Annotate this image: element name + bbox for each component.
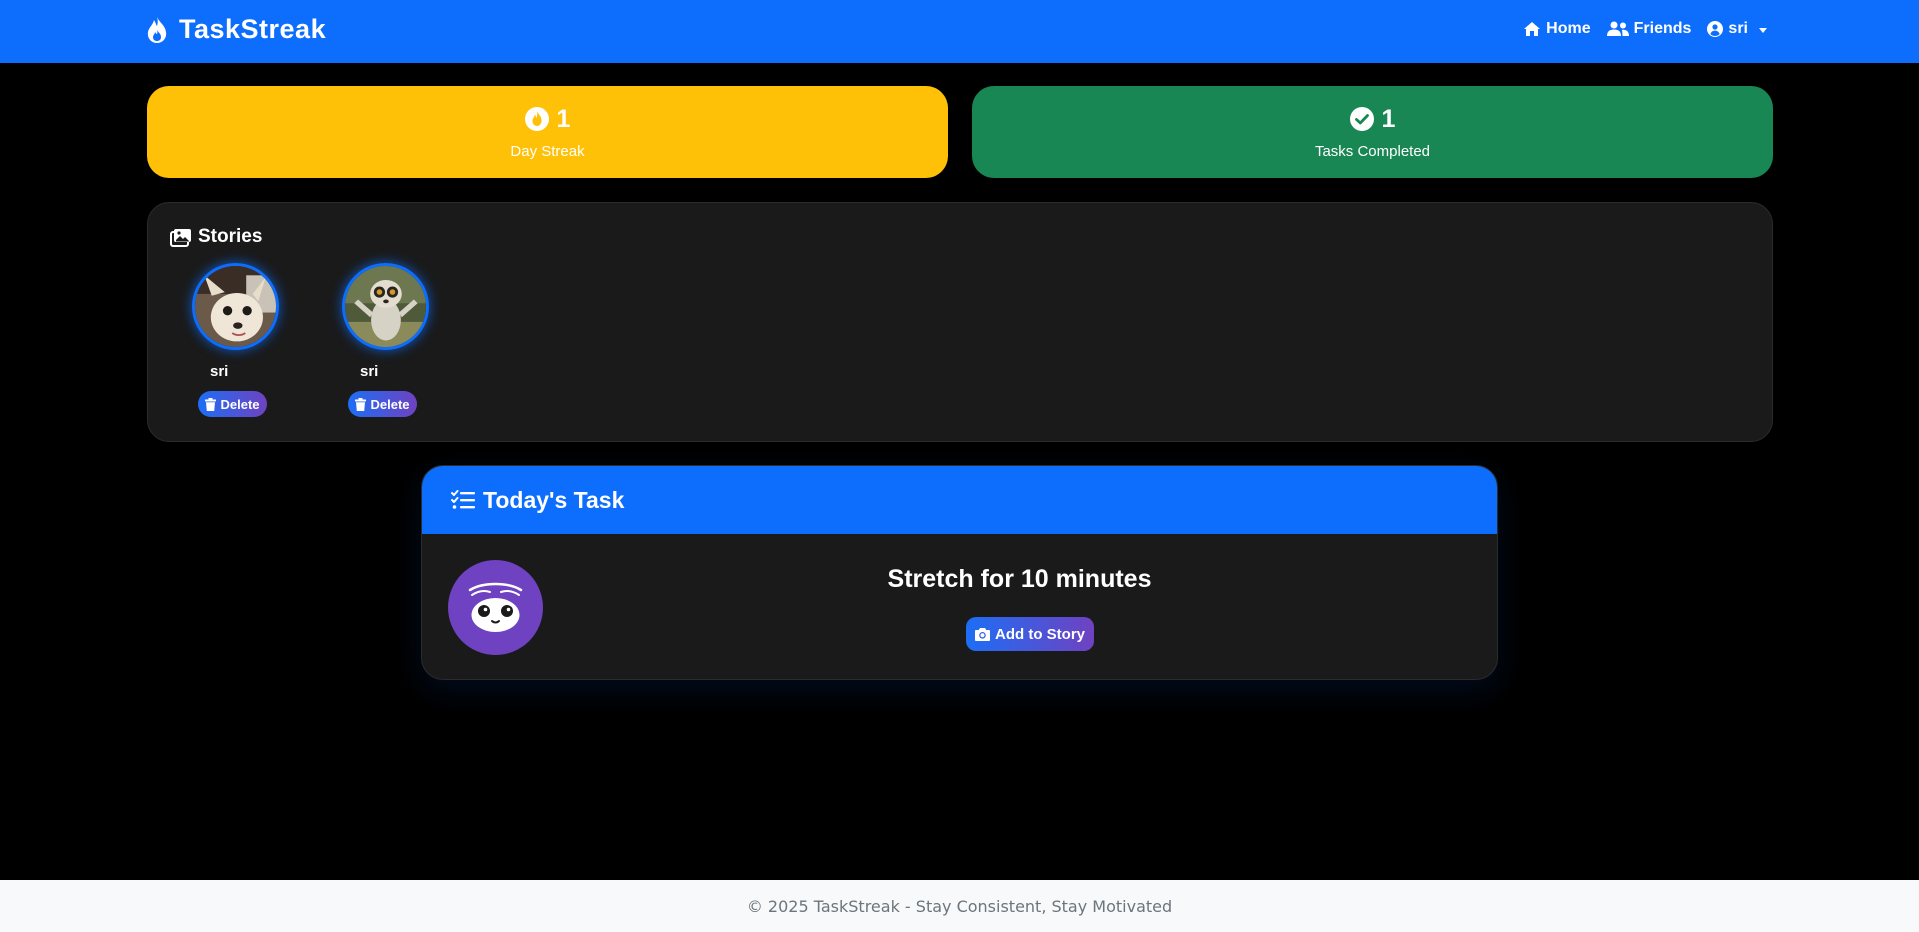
- story-item: sri Delete: [190, 263, 280, 417]
- footer-text: © 2025 TaskStreak - Stay Consistent, Sta…: [746, 896, 1173, 916]
- brand-link[interactable]: TaskStreak: [145, 14, 326, 45]
- add-to-story-button[interactable]: Add to Story: [966, 617, 1094, 651]
- streak-value: 1: [556, 104, 571, 133]
- nav-home[interactable]: Home: [1523, 20, 1591, 38]
- home-icon: [1524, 22, 1541, 36]
- navbar: TaskStreak Home Friends sri: [0, 0, 1919, 63]
- images-icon: [170, 228, 191, 247]
- camera-icon: [975, 627, 990, 641]
- delete-label: Delete: [220, 396, 260, 412]
- task-header-title: Today's Task: [483, 486, 625, 513]
- task-name: Stretch for 10 minutes: [887, 565, 1152, 593]
- footer: © 2025 TaskStreak - Stay Consistent, Sta…: [0, 880, 1919, 932]
- fire-icon: [524, 107, 549, 131]
- story-thumbnail[interactable]: [341, 263, 429, 350]
- todays-task-card: Today's Task Stretch for 10 minutes Add …: [421, 465, 1498, 680]
- delete-story-button[interactable]: Delete: [348, 391, 417, 417]
- delete-story-button[interactable]: Delete: [198, 391, 267, 417]
- user-circle-icon: [1707, 21, 1724, 37]
- nav-friends-label: Friends: [1633, 20, 1692, 37]
- stories-heading: Stories: [170, 226, 262, 248]
- story-item: sri Delete: [340, 263, 430, 417]
- add-to-story-label: Add to Story: [995, 625, 1085, 643]
- story-thumbnail[interactable]: [191, 263, 279, 350]
- fire-icon: [147, 16, 167, 43]
- users-icon: [1606, 21, 1629, 36]
- stories-title: Stories: [198, 226, 263, 247]
- tasks-completed-card: 1 Tasks Completed: [972, 86, 1773, 178]
- user-name: sri: [1728, 20, 1748, 37]
- dog-photo: [194, 266, 276, 347]
- list-check-icon: [451, 490, 475, 509]
- tasks-completed-label: Tasks Completed: [1314, 142, 1431, 160]
- story-username: sri: [210, 363, 229, 380]
- streak-label: Day Streak: [510, 142, 585, 160]
- delete-label: Delete: [370, 396, 410, 412]
- brand-name: TaskStreak: [179, 14, 327, 44]
- nav-friends[interactable]: Friends: [1606, 20, 1692, 38]
- trash-icon: [205, 397, 217, 411]
- lemur-photo: [344, 266, 426, 347]
- story-username: sri: [360, 363, 379, 380]
- user-dropdown[interactable]: sri: [1707, 20, 1767, 38]
- streak-card: 1 Day Streak: [147, 86, 948, 178]
- tasks-completed-value: 1: [1381, 104, 1396, 133]
- task-header: Today's Task: [422, 466, 1497, 534]
- check-circle-icon: [1349, 107, 1374, 131]
- trash-icon: [355, 397, 367, 411]
- nav-links: Home Friends sri: [1523, 20, 1767, 38]
- chevron-down-icon: [1759, 27, 1767, 33]
- stories-panel: Stories sri Delete sri Delete: [147, 202, 1773, 442]
- nav-home-label: Home: [1546, 20, 1591, 37]
